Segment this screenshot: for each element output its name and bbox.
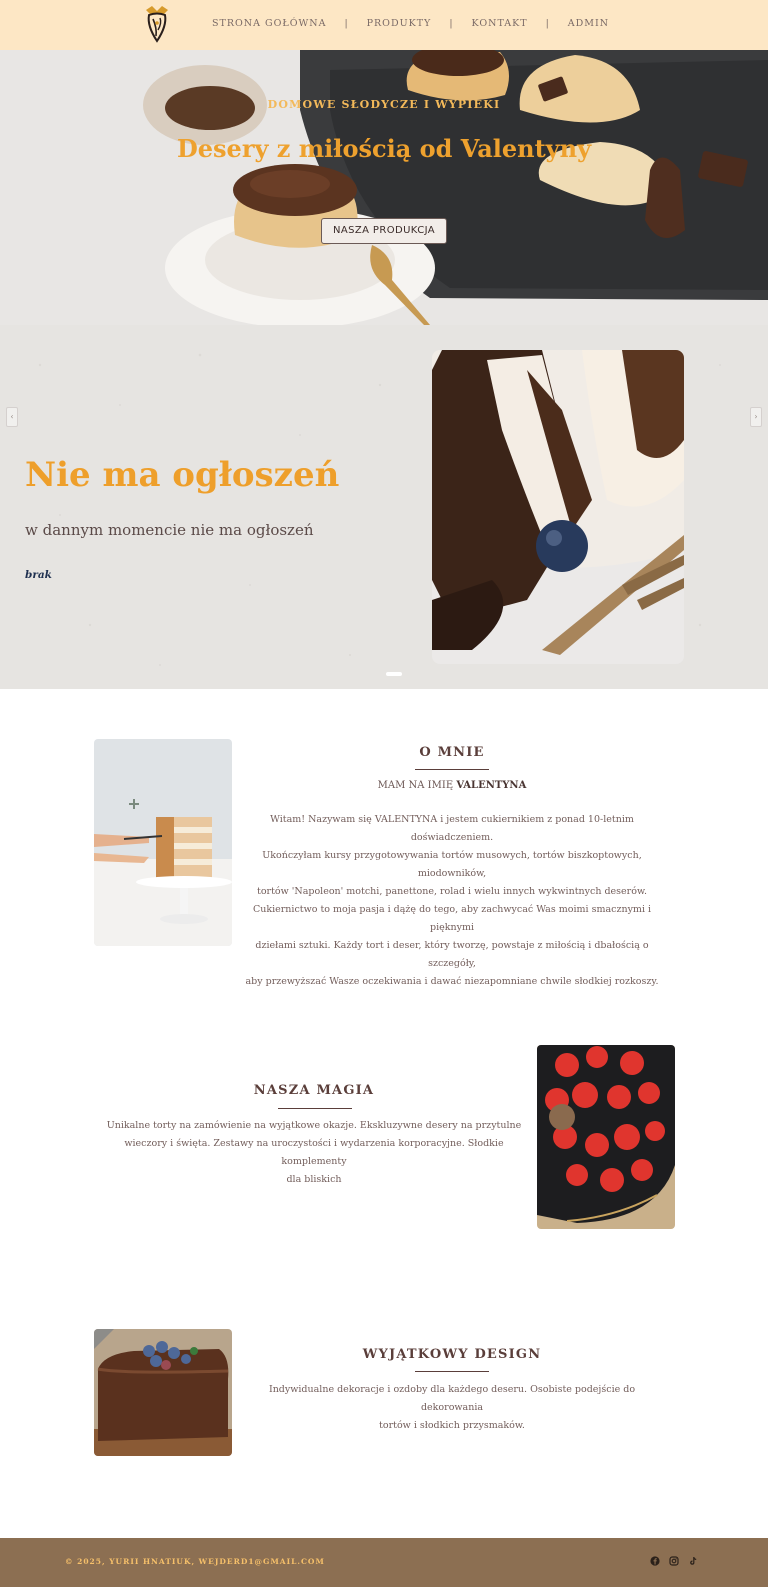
- hero-title: Desery z miłością od Valentyny: [176, 134, 592, 163]
- social-links: [650, 1556, 698, 1566]
- about-subtitle-prefix: MAM NA IMIĘ: [377, 780, 457, 791]
- about-body-line: aby przewyższać Wasze oczekiwania i dawa…: [245, 976, 659, 987]
- nav-separator: |: [449, 18, 454, 29]
- our-products-button[interactable]: NASZA PRODUKCJA: [321, 218, 447, 244]
- about-subtitle-name: VALENTYNA: [456, 780, 527, 791]
- hero-kicker: DOMOWE SŁODYCZE I WYPIEKI: [267, 98, 501, 111]
- design-divider: [415, 1371, 489, 1372]
- carousel-prev-button[interactable]: ‹: [6, 407, 18, 427]
- carousel-dot-active[interactable]: [386, 672, 402, 676]
- chocolate-loaf-photo: [94, 1329, 232, 1456]
- chevron-right-icon: ›: [754, 412, 758, 421]
- carousel-next-button[interactable]: ›: [750, 407, 762, 427]
- announcement-title: Nie ma ogłoszeń: [25, 455, 340, 495]
- footer-copyright: © 2025, YURII HNATIUK, WEJDERD1@GMAIL.CO…: [65, 1557, 325, 1566]
- hero-muffins-image: [0, 50, 768, 325]
- about-body-line: Witam! Nazywam się VALENTYNA i jestem cu…: [270, 814, 634, 843]
- hero-banner: DOMOWE SŁODYCZE I WYPIEKI Desery z miłoś…: [0, 50, 768, 325]
- about-heading: O MNIE: [419, 745, 485, 760]
- nav-link-products[interactable]: PRODUKTY: [367, 18, 432, 29]
- about-divider: [415, 769, 489, 770]
- design-body-line: tortów i słodkich przysmaków.: [379, 1420, 525, 1431]
- magic-body-line: wieczory i święta. Zestawy na uroczystoś…: [124, 1138, 504, 1167]
- magic-body-line: dla bliskich: [286, 1174, 342, 1185]
- design-body: Indywidualne dekoracje i ozdoby dla każd…: [244, 1381, 660, 1435]
- about-body-line: Ukończyłam kursy przygotowywania tortów …: [262, 850, 642, 879]
- magic-divider: [278, 1108, 352, 1109]
- nav-link-home[interactable]: STRONA GOŁÓWNA: [212, 18, 326, 29]
- instagram-icon[interactable]: [669, 1556, 679, 1566]
- magic-heading: NASZA MAGIA: [253, 1083, 375, 1098]
- main-menu: STRONA GOŁÓWNA | PRODUKTY | KONTAKT | AD…: [212, 18, 609, 29]
- announcement-tag: brak: [25, 569, 52, 581]
- tiktok-icon[interactable]: [688, 1556, 698, 1566]
- nav-separator: |: [545, 18, 550, 29]
- nav-link-contact[interactable]: KONTAKT: [472, 18, 528, 29]
- chevron-left-icon: ‹: [10, 412, 14, 421]
- site-footer: © 2025, YURII HNATIUK, WEJDERD1@GMAIL.CO…: [0, 1538, 768, 1587]
- facebook-icon[interactable]: [650, 1556, 660, 1566]
- chocolate-cake-photo: [432, 350, 684, 664]
- cake-slicing-photo: [94, 739, 232, 946]
- valentyna-logo[interactable]: [143, 4, 171, 44]
- top-navbar: STRONA GOŁÓWNA | PRODUKTY | KONTAKT | AD…: [0, 0, 768, 50]
- about-body-line: dziełami sztuki. Każdy tort i deser, któ…: [255, 940, 649, 969]
- strawberry-tart-photo: [537, 1045, 675, 1229]
- design-heading: WYJĄTKOWY DESIGN: [362, 1347, 542, 1362]
- announcement-text: w dannym momencie nie ma ogłoszeń: [25, 521, 314, 539]
- nav-separator: |: [344, 18, 349, 29]
- design-body-line: Indywidualne dekoracje i ozdoby dla każd…: [268, 1384, 636, 1413]
- announcement-carousel: Nie ma ogłoszeń w dannym momencie nie ma…: [0, 325, 768, 689]
- about-body: Witam! Nazywam się VALENTYNA i jestem cu…: [240, 811, 664, 991]
- about-body-line: tortów 'Napoleon' motchi, panettone, rol…: [257, 886, 647, 897]
- nav-link-admin[interactable]: ADMIN: [568, 18, 609, 29]
- about-subtitle: MAM NA IMIĘ VALENTYNA: [248, 780, 656, 791]
- about-body-line: Cukiernictwo to moja pasja i dążę do teg…: [252, 904, 652, 933]
- magic-body-line: Unikalne torty na zamówienie na wyjątkow…: [106, 1120, 522, 1131]
- magic-body: Unikalne torty na zamówienie na wyjątkow…: [104, 1117, 524, 1189]
